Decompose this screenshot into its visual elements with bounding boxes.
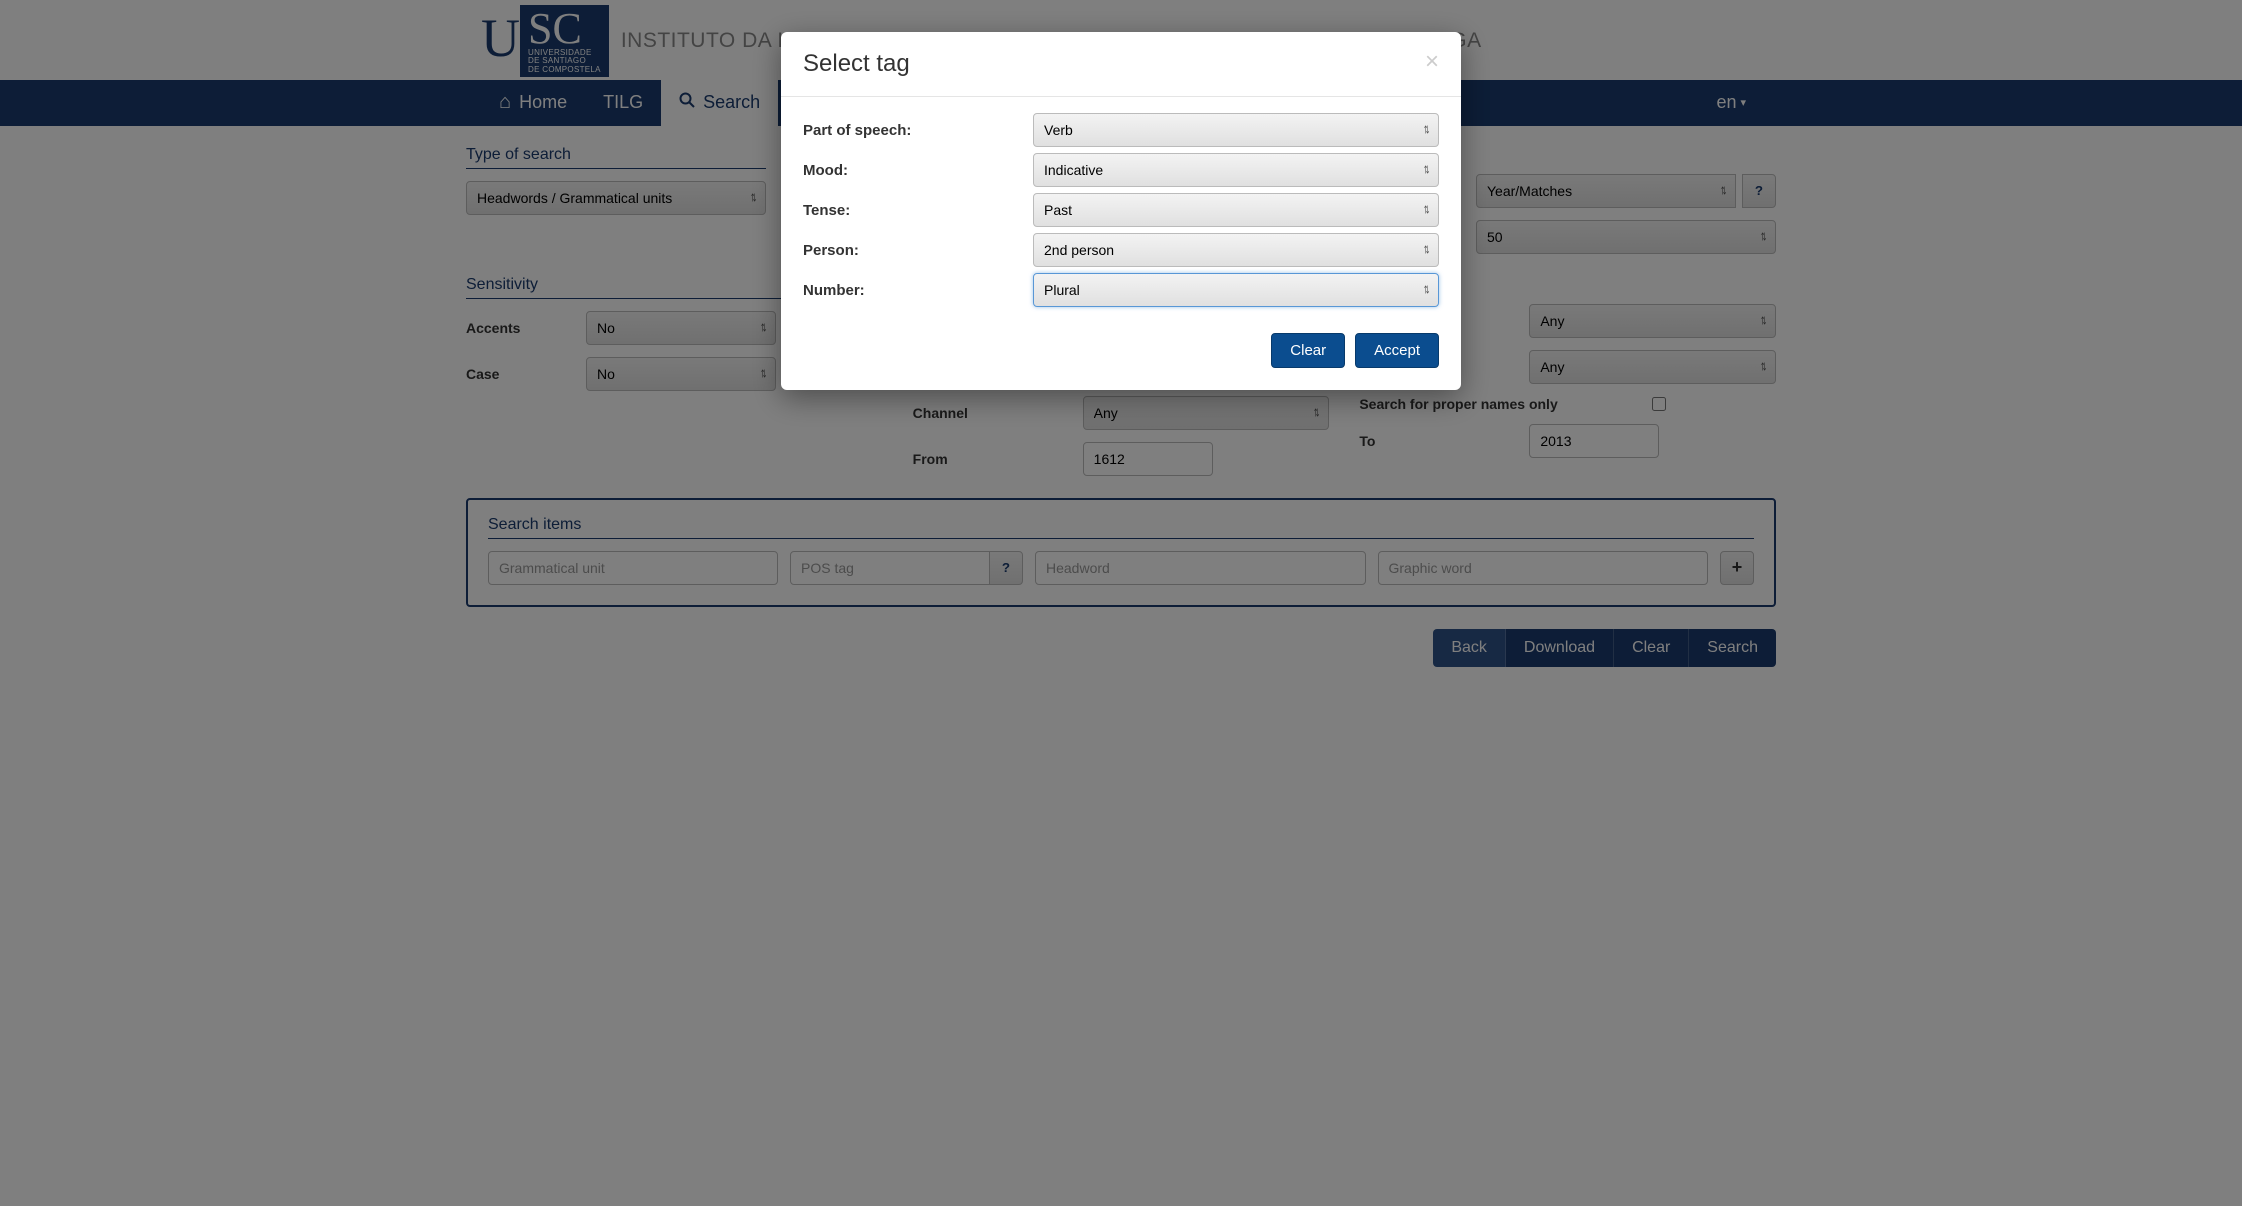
tense-label: Tense: (803, 202, 1033, 219)
mood-label: Mood: (803, 162, 1033, 179)
modal-title: Select tag (803, 50, 910, 78)
modal-close-button[interactable]: × (1425, 50, 1439, 74)
person-label: Person: (803, 242, 1033, 259)
mood-select[interactable]: Indicative (1033, 153, 1439, 187)
person-select[interactable]: 2nd person (1033, 233, 1439, 267)
pos-select[interactable]: Verb (1033, 113, 1439, 147)
select-tag-modal: Select tag × Part of speech: Verb Mood: … (781, 32, 1461, 390)
number-select[interactable]: Plural (1033, 273, 1439, 307)
tense-select[interactable]: Past (1033, 193, 1439, 227)
pos-label: Part of speech: (803, 122, 1033, 139)
modal-accept-button[interactable]: Accept (1355, 333, 1439, 368)
number-label: Number: (803, 282, 1033, 299)
modal-clear-button[interactable]: Clear (1271, 333, 1345, 368)
